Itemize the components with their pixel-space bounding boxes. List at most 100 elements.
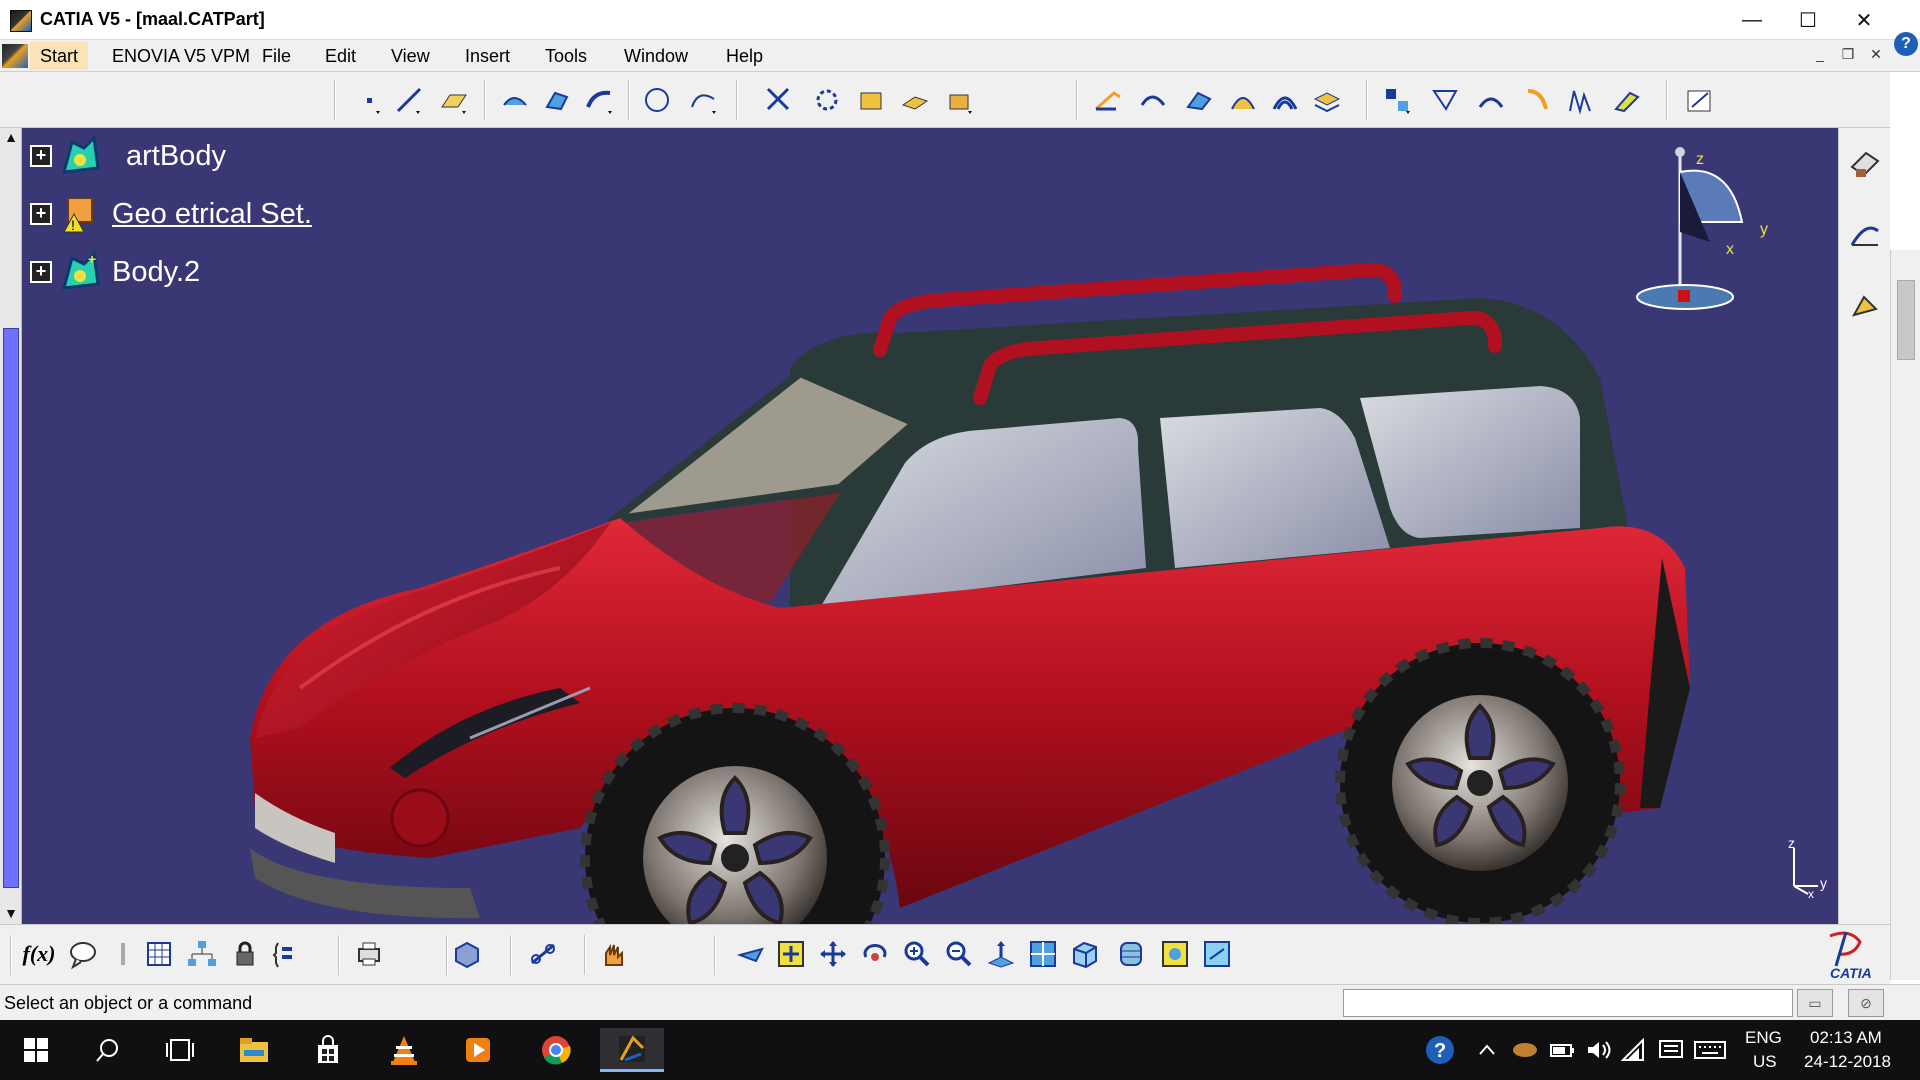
car-model[interactable] [0, 128, 1838, 924]
mdi-minimize-button[interactable]: _ [1808, 46, 1832, 66]
maximize-button[interactable]: ☐ [1780, 0, 1836, 40]
volume-icon[interactable] [1582, 1028, 1616, 1072]
swap-space-icon[interactable] [1200, 937, 1234, 971]
right-scrollbar[interactable] [1890, 250, 1920, 980]
surface-fill-icon[interactable] [1090, 83, 1124, 117]
print-icon[interactable] [352, 937, 386, 971]
part-icon[interactable] [450, 937, 484, 971]
multi-section-icon[interactable] [1226, 83, 1260, 117]
tree-item-artbody[interactable]: + artBody [30, 134, 226, 178]
windows-start-icon[interactable] [8, 1028, 64, 1072]
knowledge-icon[interactable] [106, 937, 140, 971]
clock-date[interactable]: 24-12-2018 [1804, 1052, 1891, 1072]
render-icon[interactable] [1847, 288, 1883, 324]
normal-view-icon[interactable] [984, 937, 1018, 971]
chevron-up-icon[interactable] [1472, 1028, 1502, 1072]
curve-analysis-icon[interactable] [1474, 83, 1508, 117]
menu-window[interactable]: Window [624, 46, 688, 67]
tree-expander[interactable]: + [30, 261, 52, 283]
clock-time[interactable]: 02:13 AM [1810, 1028, 1882, 1048]
sketch-icon[interactable] [1682, 83, 1716, 117]
line-icon[interactable] [392, 83, 426, 117]
battery-icon[interactable] [1546, 1028, 1580, 1072]
analysis-icon[interactable] [1380, 83, 1414, 117]
loft-icon[interactable] [1268, 83, 1302, 117]
connect-checker-icon[interactable] [1428, 83, 1462, 117]
tree-item-geometrical-set[interactable]: + ! Geo etrical Set. [30, 192, 312, 236]
menu-start[interactable]: Start [30, 42, 89, 70]
translate-icon[interactable] [762, 83, 796, 117]
blend-icon[interactable] [1136, 83, 1170, 117]
vlc-icon[interactable] [376, 1028, 432, 1072]
measure-icon[interactable] [526, 937, 560, 971]
circle-icon[interactable] [640, 83, 674, 117]
offset-icon[interactable] [1182, 83, 1216, 117]
menu-edit[interactable]: Edit [325, 46, 356, 67]
search-icon[interactable] [80, 1028, 136, 1072]
curvature-icon[interactable] [1520, 83, 1554, 117]
shading-icon[interactable] [1114, 937, 1148, 971]
fit-all-icon[interactable] [774, 937, 808, 971]
menu-view[interactable]: View [391, 46, 430, 67]
chrome-icon[interactable] [528, 1028, 584, 1072]
zoom-out-icon[interactable] [942, 937, 976, 971]
app-tray-icon[interactable] [1508, 1028, 1542, 1072]
rules-icon[interactable] [270, 937, 304, 971]
join-icon[interactable] [854, 83, 888, 117]
file-explorer-icon[interactable] [226, 1028, 282, 1072]
tree-item-body-2[interactable]: + + Body.2 [30, 250, 200, 294]
keyboard-icon[interactable] [1690, 1028, 1730, 1072]
compass[interactable]: z y x [1630, 142, 1770, 312]
3d-viewport[interactable]: ▲ ▼ + artBody + ! Geo etrical Set. + + B… [0, 128, 1838, 924]
design-table-icon[interactable] [142, 937, 176, 971]
sweep-icon[interactable] [582, 83, 616, 117]
zoom-in-icon[interactable] [900, 937, 934, 971]
catia-start-icon[interactable] [2, 44, 28, 68]
tree-expander[interactable]: + [30, 203, 52, 225]
help-icon[interactable]: ? [1894, 32, 1918, 56]
pan-icon[interactable] [816, 937, 850, 971]
media-player-icon[interactable] [450, 1028, 506, 1072]
command-history-button[interactable]: ▭ [1797, 989, 1833, 1017]
command-input[interactable] [1343, 989, 1793, 1017]
symmetry-icon[interactable] [810, 83, 844, 117]
hand-icon[interactable] [596, 937, 630, 971]
draft-analysis-icon[interactable] [1564, 83, 1598, 117]
close-button[interactable]: ✕ [1836, 0, 1892, 40]
comment-icon[interactable] [66, 937, 100, 971]
lock-icon[interactable] [228, 937, 262, 971]
wifi-icon[interactable] [1618, 1028, 1652, 1072]
extrude-icon[interactable] [498, 83, 532, 117]
point-icon[interactable] [352, 83, 386, 117]
menu-help[interactable]: Help [726, 46, 763, 67]
task-view-icon[interactable] [152, 1028, 208, 1072]
menu-file[interactable]: File [262, 46, 291, 67]
menu-tools[interactable]: Tools [545, 46, 587, 67]
rotate-icon[interactable] [858, 937, 892, 971]
help-tray-icon[interactable]: ? [1420, 1028, 1460, 1072]
hierarchy-icon[interactable] [184, 937, 218, 971]
right-scrollbar-thumb[interactable] [1897, 280, 1915, 360]
command-stop-button[interactable]: ⊘ [1848, 989, 1884, 1017]
region-indicator[interactable]: US [1753, 1052, 1777, 1072]
iso-view-icon[interactable] [1068, 937, 1102, 971]
spline-icon[interactable] [686, 83, 720, 117]
fly-mode-icon[interactable] [734, 937, 768, 971]
extract-icon[interactable] [942, 83, 976, 117]
curve-icon[interactable] [1847, 216, 1883, 252]
minimize-button[interactable]: — [1724, 0, 1780, 40]
tree-expander[interactable]: + [30, 145, 52, 167]
revolve-icon[interactable] [540, 83, 574, 117]
store-icon[interactable] [300, 1028, 356, 1072]
apply-material-icon[interactable] [1610, 83, 1644, 117]
formula-icon[interactable]: f(x) [22, 937, 56, 971]
language-indicator[interactable]: ENG [1745, 1028, 1782, 1048]
menu-enovia[interactable]: ENOVIA V5 VPM [112, 46, 250, 67]
apply-material-icon[interactable] [1847, 146, 1883, 182]
menu-insert[interactable]: Insert [465, 46, 510, 67]
mdi-restore-button[interactable]: ❐ [1836, 46, 1860, 66]
layers-icon[interactable] [1310, 83, 1344, 117]
notification-icon[interactable] [1654, 1028, 1688, 1072]
multi-view-icon[interactable] [1026, 937, 1060, 971]
split-icon[interactable] [898, 83, 932, 117]
